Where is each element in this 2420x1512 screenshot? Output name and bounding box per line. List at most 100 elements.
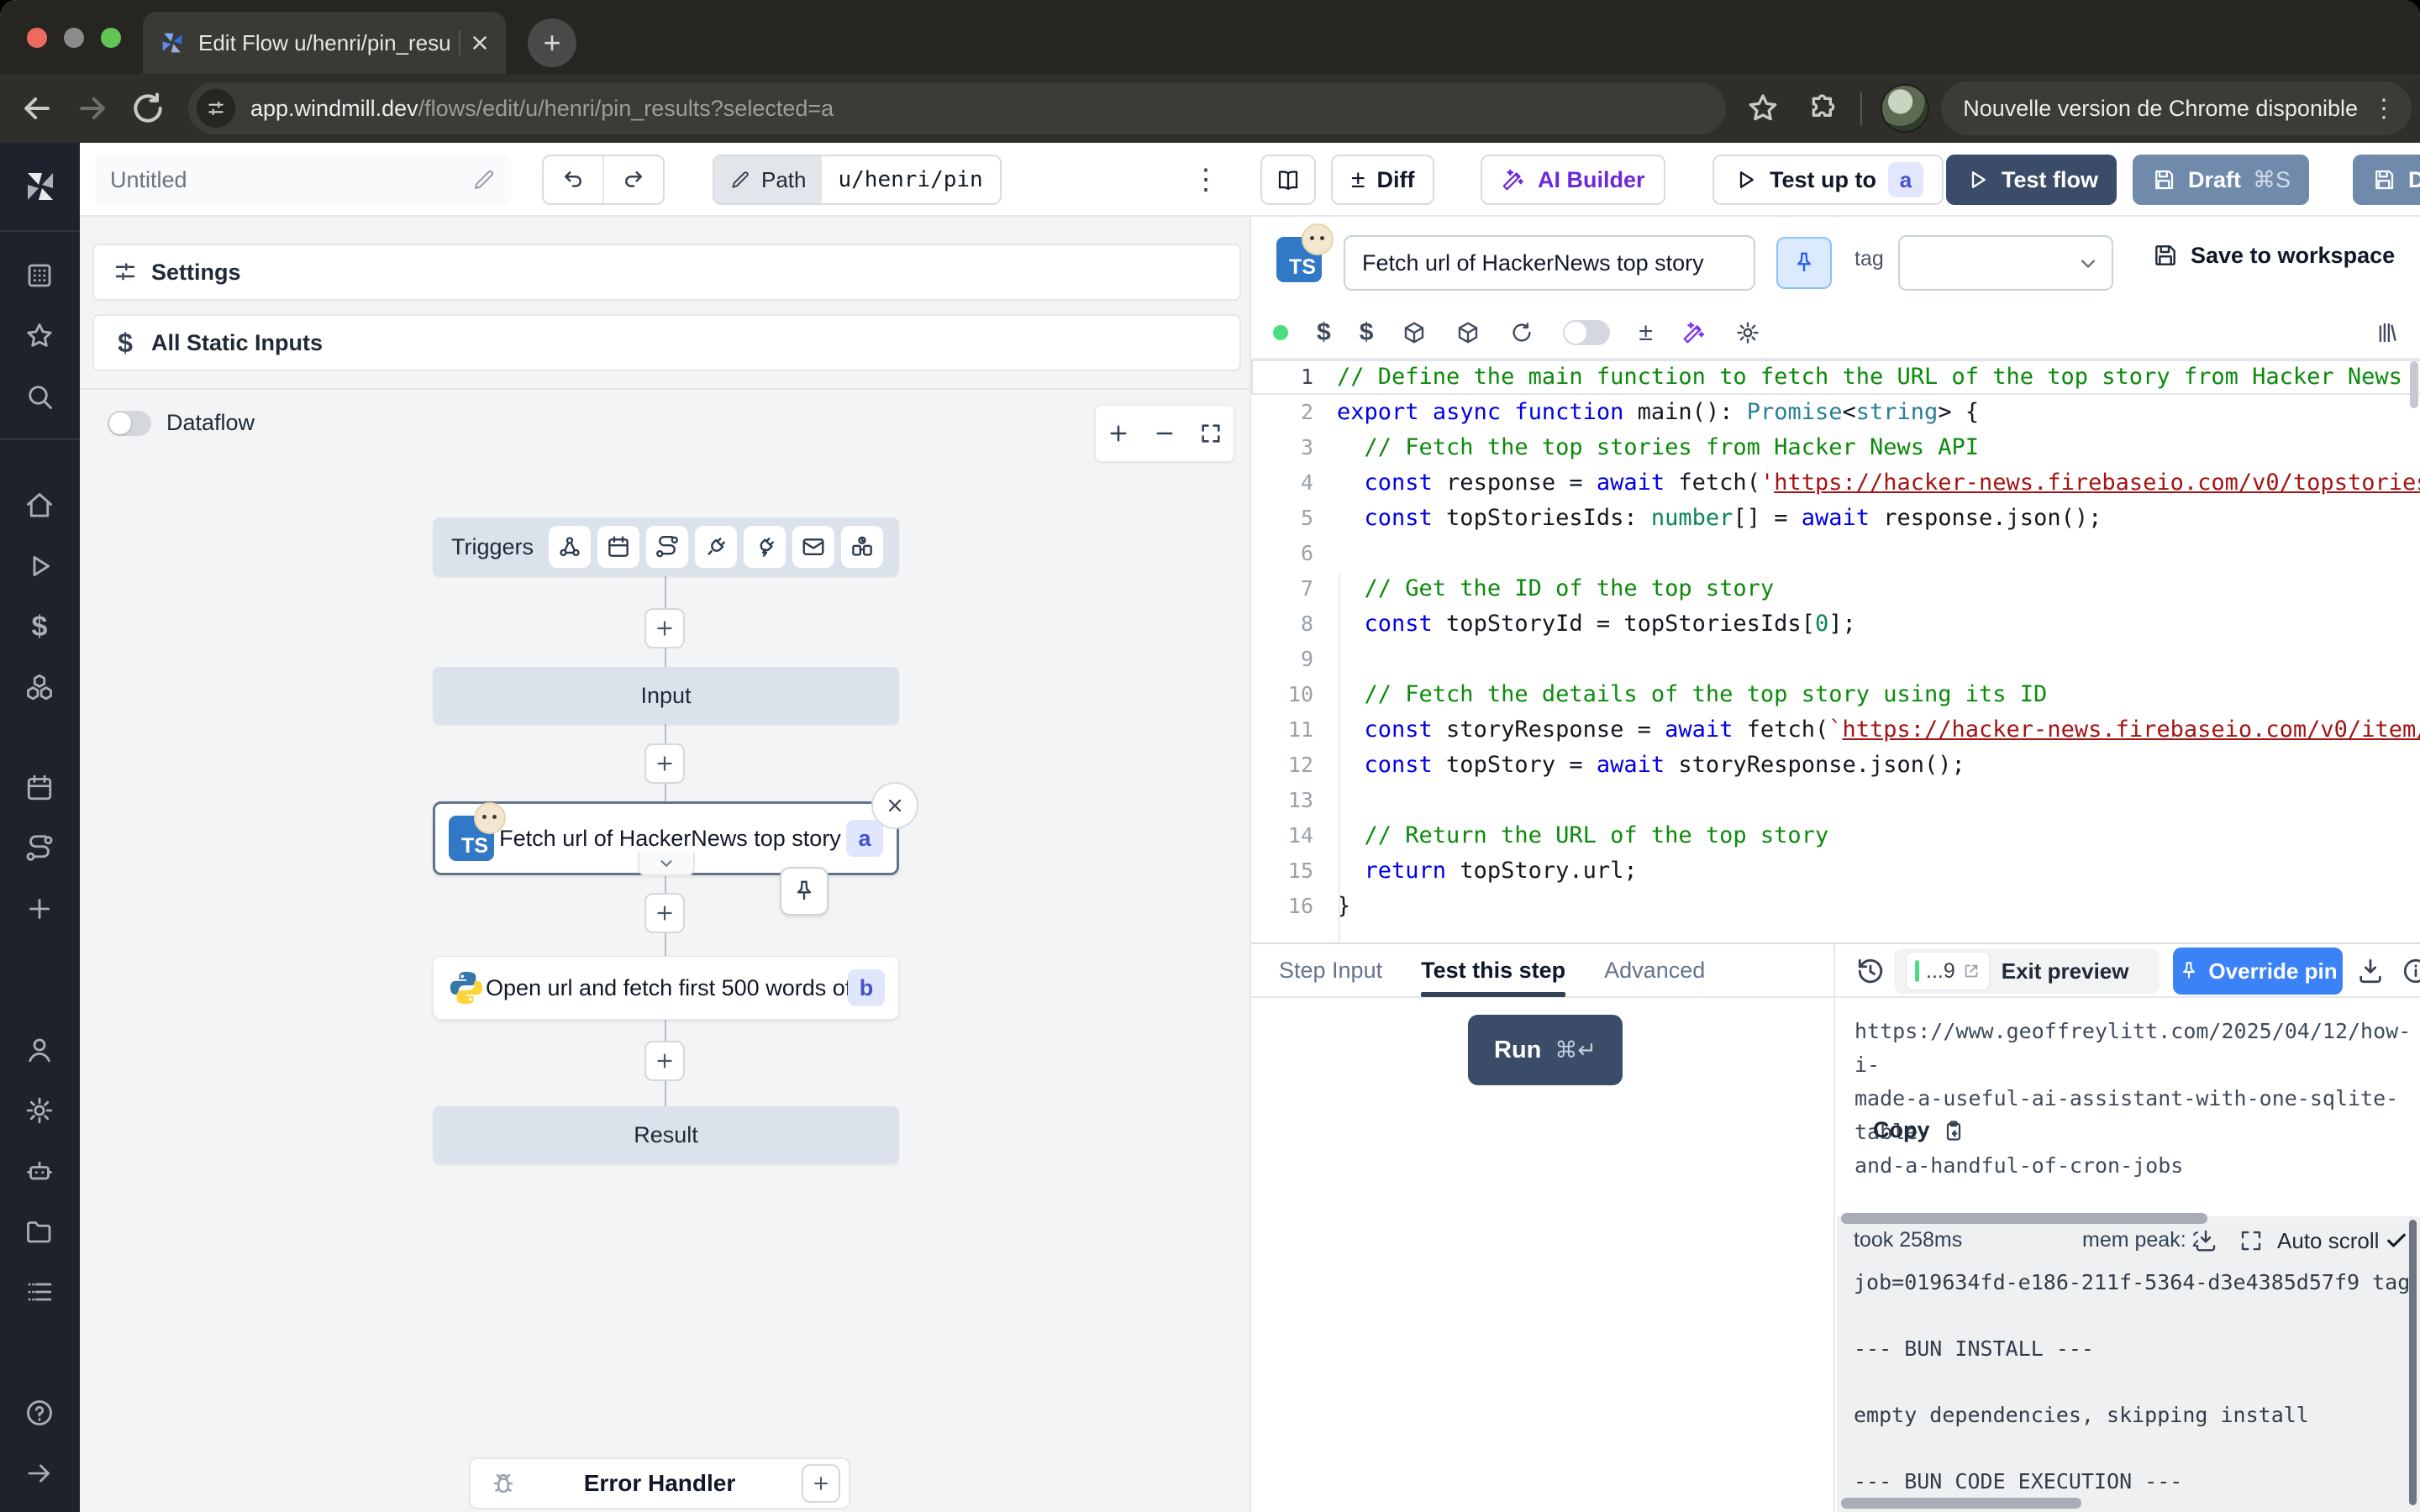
override-pin-button[interactable]: Override pin (2173, 948, 2343, 995)
insert-step-button[interactable] (644, 1041, 685, 1081)
edit-pencil-icon[interactable] (471, 167, 497, 192)
pin-toggle-button[interactable] (1776, 237, 1832, 289)
forward-icon[interactable] (74, 90, 111, 127)
test-up-to-button[interactable]: Test up to a (1712, 155, 1944, 205)
step-title-input[interactable]: Fetch url of HackerNews top story (1344, 235, 1755, 291)
ai-builder-button[interactable]: AI Builder (1481, 155, 1665, 205)
code-line-2[interactable]: 2export async function main(): Promise<s… (1251, 395, 2420, 430)
address-bar[interactable]: app.windmill.dev/flows/edit/u/henri/pin_… (188, 82, 1726, 134)
download-result-icon[interactable] (2356, 957, 2385, 985)
flow-step-b[interactable]: Open url and fetch first 500 words of ..… (433, 956, 899, 1020)
chrome-menu-icon[interactable]: ⋮ (2371, 94, 2396, 123)
sidebar-item-variables[interactable]: $ (23, 610, 56, 643)
all-static-inputs-bar[interactable]: $ All Static Inputs (92, 314, 1241, 371)
reload-icon[interactable] (129, 90, 166, 127)
sidebar-item-create[interactable] (23, 892, 56, 926)
sidebar-item-folders[interactable] (23, 1215, 56, 1248)
diff-button[interactable]: ±Diff (1331, 155, 1434, 205)
run-button[interactable]: Run⌘↵ (1468, 1015, 1623, 1085)
code-line-15[interactable]: 15 return topStory.url; (1251, 853, 2420, 889)
package-icon[interactable] (1455, 320, 1481, 345)
code-line-9[interactable]: 9 (1251, 642, 2420, 677)
code-line-1[interactable]: 1// Define the main function to fetch th… (1251, 360, 2420, 395)
deploy-button[interactable]: Deploy (2353, 155, 2420, 205)
code-line-12[interactable]: 12 const topStory = await storyResponse.… (1251, 748, 2420, 783)
browser-tab[interactable]: Edit Flow u/henri/pin_results (143, 12, 506, 74)
sidebar-item-workers[interactable] (23, 1154, 56, 1188)
package-icon[interactable] (1402, 320, 1427, 345)
insert-step-button[interactable] (644, 608, 685, 648)
code-line-10[interactable]: 10 // Fetch the details of the top story… (1251, 677, 2420, 712)
library-icon[interactable] (2375, 320, 2400, 345)
sidebar-item-expand[interactable] (23, 1457, 56, 1490)
zoom-out-icon[interactable] (1153, 422, 1176, 445)
logs-vscrollbar[interactable] (2409, 1220, 2417, 1505)
dollar-icon[interactable]: $ (1360, 318, 1374, 347)
exit-preview-button[interactable]: Exit preview (2002, 958, 2129, 984)
trigger-watch-button[interactable] (841, 526, 883, 568)
bookmark-star-icon[interactable] (1746, 92, 1780, 125)
history-icon[interactable] (1855, 956, 1886, 986)
sidebar-item-search[interactable] (23, 380, 56, 413)
step-result-value[interactable]: https://www.geoffreylitt.com/2025/04/12/… (1854, 1015, 2409, 1183)
pinned-step-indicator[interactable] (780, 867, 829, 916)
windmill-logo[interactable] (20, 166, 60, 207)
test-flow-button[interactable]: Test flow (1946, 155, 2117, 205)
more-options-icon[interactable]: ⋮ (1189, 160, 1223, 200)
zoom-in-icon[interactable] (1107, 422, 1130, 445)
tab-advanced[interactable]: Advanced (1604, 943, 1705, 997)
expand-logs-icon[interactable] (2238, 1228, 2264, 1253)
sidebar-item-favorites[interactable] (23, 319, 56, 353)
trigger-route-button[interactable] (646, 526, 688, 568)
dataflow-toggle[interactable] (108, 411, 151, 436)
triggers-node[interactable]: Triggers (433, 517, 899, 576)
job-id-badge[interactable]: ...9 (1906, 952, 1990, 990)
code-line-11[interactable]: 11 const storyResponse = await fetch(`ht… (1251, 712, 2420, 748)
site-settings-icon[interactable] (197, 89, 235, 128)
logs-hscrollbar[interactable] (1841, 1498, 2081, 1509)
trigger-calendar-button[interactable] (597, 526, 639, 568)
chrome-update-button[interactable]: Nouvelle version de Chrome disponible ⋮ (1941, 81, 2412, 135)
sidebar-item-audit-logs[interactable] (23, 1275, 56, 1309)
flow-step-a[interactable]: TS Fetch url of HackerNews top story a (433, 801, 899, 875)
logs-hscrollbar[interactable] (1841, 1213, 2207, 1224)
copy-result-button[interactable]: Copy (1873, 1117, 1965, 1143)
trigger-plug-button[interactable] (695, 526, 737, 568)
gear-icon[interactable] (1735, 320, 1760, 345)
back-icon[interactable] (18, 90, 55, 127)
draft-button[interactable]: Draft ⌘S (2133, 155, 2309, 205)
check-icon[interactable] (2385, 1228, 2408, 1252)
editor-scrollbar[interactable] (2410, 361, 2418, 408)
code-line-16[interactable]: 16} (1251, 889, 2420, 924)
flow-path-field[interactable]: Path u/henri/pin (713, 155, 1002, 205)
wand-icon[interactable] (1681, 320, 1707, 345)
trigger-mail-button[interactable] (792, 526, 834, 568)
undo-button[interactable] (544, 156, 602, 203)
diff-mode-icon[interactable]: ± (1639, 318, 1652, 347)
trigger-plug-bolt-button[interactable] (744, 526, 786, 568)
tab-test-this-step[interactable]: Test this step (1421, 943, 1565, 997)
docs-button[interactable] (1260, 155, 1316, 205)
dollar-icon[interactable]: $ (1317, 318, 1331, 347)
editor-toggle[interactable] (1563, 320, 1610, 345)
sidebar-item-resources[interactable] (23, 670, 56, 704)
code-line-14[interactable]: 14 // Return the URL of the top story (1251, 818, 2420, 853)
profile-avatar[interactable] (1881, 84, 1929, 133)
sidebar-item-runs[interactable] (23, 549, 56, 583)
redo-button[interactable] (602, 156, 663, 203)
code-line-6[interactable]: 6 (1251, 536, 2420, 571)
external-link-icon[interactable] (1962, 962, 1981, 980)
code-line-8[interactable]: 8 const topStoryId = topStoriesIds[0]; (1251, 606, 2420, 642)
code-line-13[interactable]: 13 (1251, 783, 2420, 818)
tab-step-input[interactable]: Step Input (1279, 943, 1382, 997)
code-line-7[interactable]: 7 // Get the ID of the top story (1251, 571, 2420, 606)
sidebar-item-schedules[interactable] (23, 771, 56, 805)
window-close-button[interactable] (27, 28, 47, 48)
sidebar-item-home[interactable] (23, 489, 56, 522)
new-tab-button[interactable]: + (528, 18, 576, 67)
code-line-5[interactable]: 5 const topStoriesIds: number[] = await … (1251, 501, 2420, 536)
window-minimize-button[interactable] (64, 28, 84, 48)
sidebar-item-help[interactable] (23, 1396, 56, 1430)
flow-name-field[interactable]: Untitled (95, 155, 512, 205)
code-editor[interactable]: 1// Define the main function to fetch th… (1251, 360, 2420, 942)
